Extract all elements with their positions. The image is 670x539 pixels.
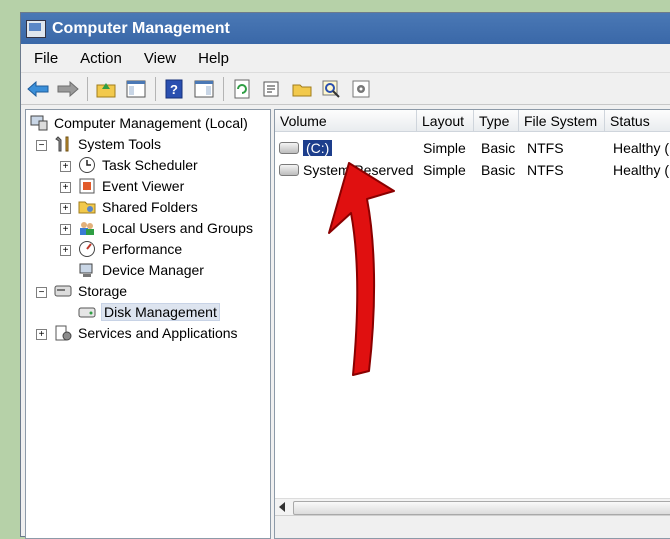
tree-item-device-manager[interactable]: Device Manager	[78, 260, 204, 280]
column-header-volume[interactable]: Volume	[275, 110, 417, 132]
title-bar[interactable]: Computer Management	[21, 13, 670, 44]
table-row[interactable]: System Reserved	[279, 160, 417, 180]
navigation-tree[interactable]: Computer Management (Local) − System Too…	[25, 109, 271, 539]
expand-toggle[interactable]: +	[60, 203, 71, 214]
tree-item-local-users[interactable]: Local Users and Groups	[78, 218, 253, 238]
cell-status: Healthy (	[613, 162, 670, 178]
tree-item-task-scheduler[interactable]: Task Scheduler	[78, 155, 198, 175]
drive-icon	[279, 164, 299, 176]
cell-status: Healthy (	[613, 140, 670, 156]
collapse-toggle[interactable]: −	[36, 287, 47, 298]
properties-icon[interactable]	[260, 77, 284, 101]
tools-icon	[54, 135, 72, 153]
tree-item-shared-folders[interactable]: Shared Folders	[78, 197, 198, 217]
toolbar-separator	[155, 76, 156, 101]
shared-folder-icon	[78, 198, 96, 216]
horizontal-scrollbar[interactable]	[275, 498, 670, 516]
menu-bar: File Action View Help	[21, 44, 670, 73]
toolbar-separator	[87, 76, 88, 101]
svg-text:?: ?	[170, 82, 178, 97]
tree-item-services[interactable]: Services and Applications	[54, 323, 238, 343]
up-folder-icon[interactable]	[94, 77, 118, 101]
drive-icon	[279, 142, 299, 154]
open-folder-icon[interactable]	[290, 77, 314, 101]
show-hide-tree-icon[interactable]	[124, 77, 148, 101]
tree-item-event-viewer[interactable]: Event Viewer	[78, 176, 184, 196]
volume-name: System Reserved	[303, 162, 414, 178]
collapse-toggle[interactable]: −	[36, 140, 47, 151]
help-icon[interactable]: ?	[162, 77, 186, 101]
column-header-file-system[interactable]: File System	[519, 110, 605, 132]
tree-item-system-tools[interactable]: System Tools	[54, 134, 161, 154]
volume-name: (C:)	[303, 140, 333, 156]
tree-item-disk-management[interactable]: Disk Management	[78, 302, 220, 322]
toolbar: ?	[21, 73, 670, 105]
menu-action[interactable]: Action	[67, 50, 131, 67]
menu-file[interactable]: File	[21, 50, 67, 67]
expand-toggle[interactable]: +	[60, 224, 71, 235]
disk-management-icon	[78, 303, 96, 321]
menu-help[interactable]: Help	[185, 50, 238, 67]
window-title: Computer Management	[52, 19, 230, 37]
menu-view[interactable]: View	[131, 50, 185, 67]
scrollbar-thumb[interactable]	[293, 501, 670, 515]
performance-icon	[78, 240, 96, 258]
tree-item-storage[interactable]: Storage	[54, 281, 127, 301]
clock-icon	[78, 156, 96, 174]
cell-layout: Simple	[423, 162, 466, 178]
column-header-type[interactable]: Type	[474, 110, 519, 132]
settings-icon[interactable]	[350, 77, 374, 101]
cell-file-system: NTFS	[527, 162, 564, 178]
tree-item-root[interactable]: Computer Management (Local)	[30, 113, 248, 133]
device-manager-icon	[78, 261, 96, 279]
event-viewer-icon	[78, 177, 96, 195]
cell-layout: Simple	[423, 140, 466, 156]
expand-toggle[interactable]: +	[60, 182, 71, 193]
tree-item-performance[interactable]: Performance	[78, 239, 182, 259]
forward-arrow-icon[interactable]	[56, 77, 80, 101]
cell-type: Basic	[481, 140, 516, 156]
column-header-layout[interactable]: Layout	[417, 110, 474, 132]
computer-management-icon	[30, 114, 48, 132]
table-row[interactable]: (C:)	[279, 138, 417, 158]
refresh-icon[interactable]	[230, 77, 254, 101]
computer-management-window: Computer Management File Action View Hel…	[20, 12, 670, 539]
action-pane-icon[interactable]	[192, 77, 216, 101]
storage-icon	[54, 282, 72, 300]
scroll-left-icon[interactable]	[279, 502, 285, 512]
expand-toggle[interactable]: +	[60, 161, 71, 172]
cell-type: Basic	[481, 162, 516, 178]
expand-toggle[interactable]: +	[60, 245, 71, 256]
users-icon	[78, 219, 96, 237]
cell-file-system: NTFS	[527, 140, 564, 156]
computer-management-icon	[26, 19, 46, 38]
volume-list[interactable]: Volume Layout Type File System Status (C…	[274, 109, 670, 539]
search-icon[interactable]	[320, 77, 344, 101]
back-arrow-icon[interactable]	[26, 77, 50, 101]
column-header-status[interactable]: Status	[605, 110, 670, 132]
toolbar-separator	[223, 76, 224, 101]
expand-toggle[interactable]: +	[36, 329, 47, 340]
status-bar	[275, 515, 670, 538]
services-icon	[54, 324, 72, 342]
